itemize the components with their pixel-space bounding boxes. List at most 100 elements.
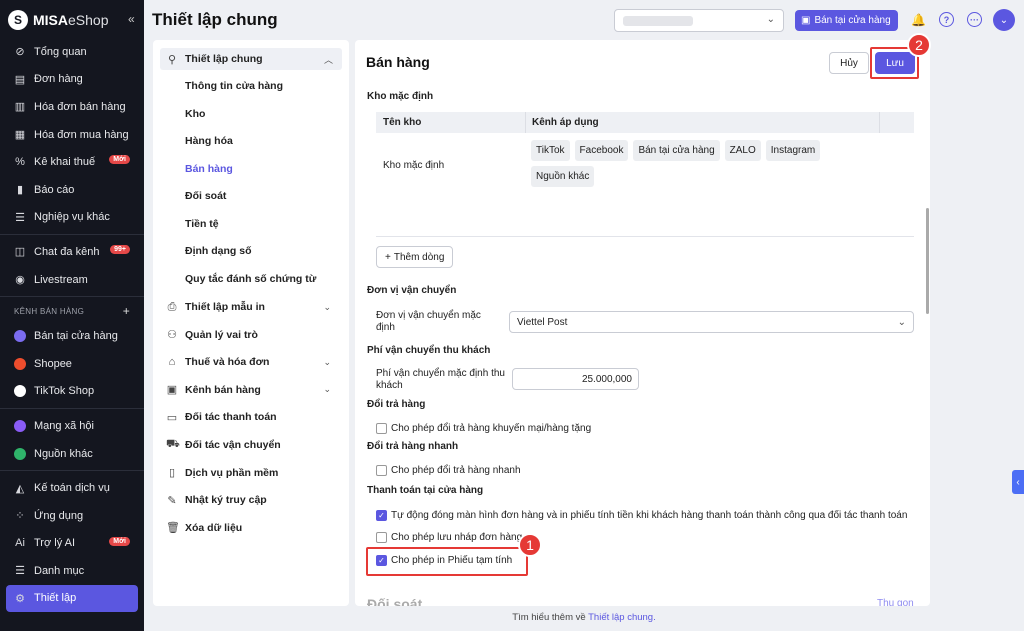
sidebar-item[interactable]: ⊘ Tổng quan	[0, 38, 144, 66]
sidebar-item[interactable]: Ai Trợ lý AI Mới	[0, 530, 144, 558]
menu-item[interactable]: ⎙ Thiết lập mẫu in ⌄	[153, 296, 349, 318]
menu-item[interactable]: ▭ Đối tác thanh toán	[153, 406, 349, 428]
menu-sub-item[interactable]: Quy tắc đánh số chứng từ	[185, 273, 316, 285]
footer-link[interactable]: Thiết lập chung.	[588, 612, 656, 623]
plus-icon: +	[385, 251, 391, 263]
side-panel-toggle[interactable]: ‹	[1012, 470, 1024, 494]
menu-item-label: Thiết lập chung	[185, 53, 263, 65]
menu-item-label: Xóa dữ liệu	[185, 521, 243, 534]
pos-button[interactable]: ▣ Bán tại cửa hàng	[795, 10, 898, 31]
store-icon: ▣	[801, 15, 811, 26]
draft-checkbox[interactable]: Cho phép lưu nháp đơn hàng	[376, 532, 522, 543]
sidebar-item[interactable]: ◭ Kế toán dịch vụ	[0, 474, 144, 502]
sidebar-item-icon	[14, 357, 26, 370]
menu-item-icon: 🗑	[166, 522, 180, 535]
sidebar-item[interactable]: ☰ Nghiệp vụ khác	[0, 204, 144, 232]
menu-sub-item[interactable]: Kho	[185, 108, 205, 120]
menu-item[interactable]: ▯ Dịch vụ phần mềm	[153, 462, 349, 484]
divider	[0, 296, 144, 298]
sidebar-item[interactable]: Shopee	[0, 350, 144, 378]
add-channel-icon[interactable]: +	[123, 304, 130, 318]
sidebar-item[interactable]: ◫ Chat đa kênh 99+	[0, 238, 144, 266]
menu-item-icon: ⛟	[166, 438, 180, 450]
sidebar-item-icon: ▥	[14, 101, 26, 114]
menu-item[interactable]: 🗑 Xóa dữ liệu	[153, 517, 349, 539]
sidebar-item[interactable]: % Kê khai thuế Mới	[0, 148, 144, 176]
menu-item-label: Thuế và hóa đơn	[185, 356, 270, 369]
cancel-button[interactable]: Hủy	[829, 52, 869, 74]
sidebar-item[interactable]: ⁘ Ứng dụng	[0, 502, 144, 530]
menu-sub-item[interactable]: Bán hàng	[185, 163, 233, 175]
warehouse-name-cell: Kho mặc định	[383, 160, 445, 171]
help-icon[interactable]: ?	[939, 12, 954, 27]
menu-sub-item[interactable]: Đối soát	[185, 190, 226, 202]
section-title: Bán hàng	[366, 54, 430, 70]
add-row-button[interactable]: + Thêm dòng	[376, 246, 454, 268]
sidebar-item[interactable]: TikTok Shop	[0, 378, 144, 406]
menu-item[interactable]: ✎ Nhật ký truy cập	[153, 489, 349, 511]
sidebar-item-label: Ứng dụng	[34, 509, 84, 522]
menu-sub-item[interactable]: Hàng hóa	[185, 135, 233, 147]
brand-logo[interactable]: S MISAeShop	[8, 10, 108, 30]
table-header: Tên kho Kênh áp dụng	[376, 112, 914, 133]
sidebar-item[interactable]: ▦ Hóa đơn mua hàng	[0, 121, 144, 149]
avatar[interactable]: ⌄	[993, 9, 1015, 31]
sidebar-item-label: Nguồn khác	[34, 447, 93, 460]
sidebar-item[interactable]: ▮ Báo cáo	[0, 176, 144, 204]
menu-item-icon: ▣	[166, 384, 178, 397]
sidebar-item-label: Shopee	[34, 357, 72, 370]
brand-name-rest: eShop	[68, 12, 109, 28]
checkbox-box	[376, 532, 387, 543]
shipping-select[interactable]: Viettel Post ⌄	[509, 311, 914, 333]
menu-sub-item[interactable]: Tiền tệ	[185, 218, 219, 230]
menu-item[interactable]: ⚇ Quản lý vai trò	[153, 324, 349, 346]
store-select[interactable]: ⌄	[614, 9, 784, 32]
fee-label: Phí vận chuyển mặc định thu khách	[376, 368, 505, 391]
sidebar-item-icon: ⊘	[15, 46, 25, 59]
quick-return-checkbox[interactable]: Cho phép đổi trả hàng nhanh	[376, 465, 521, 476]
channel-tag: Facebook	[574, 140, 629, 161]
checkbox-box	[376, 465, 387, 476]
scrollbar-thumb[interactable]	[926, 208, 929, 314]
menu-sub-item[interactable]: Thông tin cửa hàng	[185, 80, 283, 92]
fee-section-label: Phí vận chuyển thu khách	[367, 345, 491, 356]
divider	[0, 234, 144, 236]
more-icon[interactable]: ···	[967, 12, 982, 27]
divider	[0, 408, 144, 410]
sidebar-item[interactable]: ▥ Hóa đơn bán hàng	[0, 93, 144, 121]
collapse-sidebar-icon[interactable]: «	[128, 12, 135, 26]
sidebar-item-label: Báo cáo	[34, 183, 75, 196]
sidebar-item[interactable]: ☰ Danh mục	[0, 557, 144, 585]
menu-sub-item[interactable]: Định dạng số	[185, 245, 252, 257]
menu-item-icon: ▭	[166, 411, 178, 424]
menu-item-icon: ✎	[167, 494, 177, 507]
sidebar-item[interactable]: Nguồn khác	[0, 440, 144, 468]
menu-item[interactable]: ⛟ Đối tác vận chuyển	[153, 434, 349, 456]
return-checkbox[interactable]: Cho phép đổi trả hàng khuyến mại/hàng tặ…	[376, 423, 591, 434]
auto-close-checkbox[interactable]: ✓ Tự động đóng màn hình đơn hàng và in p…	[376, 510, 907, 521]
sidebar-item-icon: ⁘	[15, 510, 25, 523]
collapse-link[interactable]: Thu gọn	[877, 598, 914, 606]
sidebar-item-label: Danh mục	[34, 564, 85, 577]
fee-input[interactable]: 25.000,000	[512, 368, 639, 390]
chevron-down-icon: ⌄	[323, 301, 331, 312]
menu-item[interactable]: ⌂ Thuế và hóa đơn ⌄	[153, 351, 349, 373]
menu-general-settings[interactable]: ⚲ Thiết lập chung ︿	[160, 48, 342, 70]
sidebar-item[interactable]: ▤ Đơn hàng	[0, 66, 144, 94]
settings-menu: ⚲ Thiết lập chung ︿ Thông tin cửa hàng Kho Hà…	[153, 40, 349, 606]
menu-item[interactable]: ▣ Kênh bán hàng ⌄	[153, 379, 349, 401]
sidebar-item[interactable]: Mạng xã hội	[0, 412, 144, 440]
warehouse-table: Tên kho Kênh áp dụng Kho mặc định TikTok…	[376, 112, 914, 237]
menu-item-icon: ⎙	[167, 300, 177, 313]
sidebar-item[interactable]: Bán tại cửa hàng	[0, 322, 144, 350]
sidebar-item-icon: ◉	[15, 274, 25, 287]
sidebar-item[interactable]: ⚙ Thiết lập	[6, 584, 138, 613]
channel-header-label: KÊNH BÁN HÀNG	[14, 306, 85, 316]
sidebar-item[interactable]: ◉ Livestream	[0, 266, 144, 294]
bell-icon[interactable]: 🔔	[911, 12, 926, 27]
channel-tag: Bán tại cửa hàng	[633, 140, 720, 161]
sidebar-item-icon: ⚙	[15, 592, 25, 605]
brand-name-bold: MISA	[33, 12, 68, 28]
sidebar-item-icon: Ai	[15, 537, 25, 550]
quick-return-section-label: Đổi trả hàng nhanh	[367, 441, 459, 452]
